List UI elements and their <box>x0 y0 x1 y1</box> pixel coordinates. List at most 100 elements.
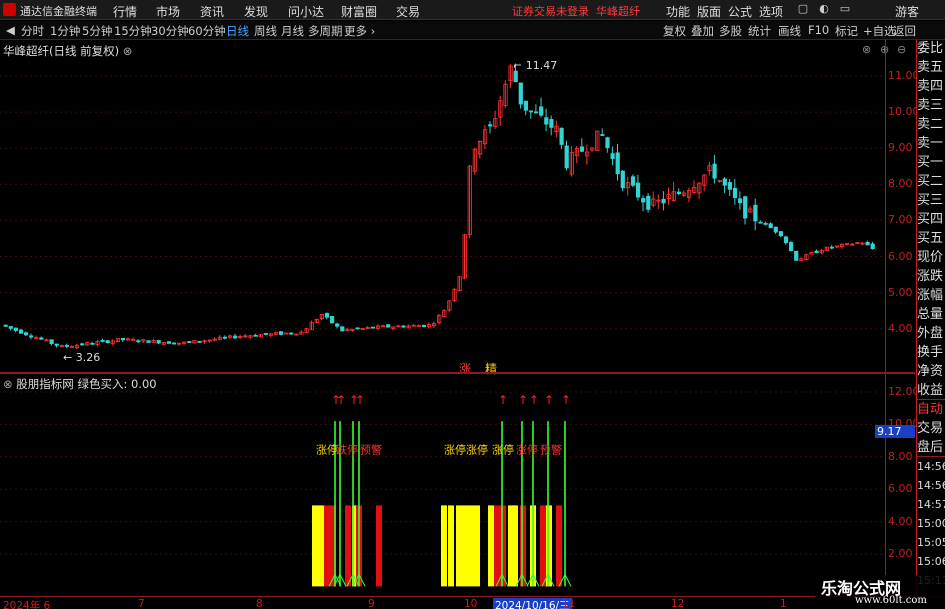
menu-hangqing[interactable]: 行情 <box>113 3 137 20</box>
signal-label: 涨停 <box>316 443 338 457</box>
candle-body <box>64 344 69 347</box>
candle-body <box>29 335 34 338</box>
tool-tongji[interactable]: 统计 <box>748 23 771 39</box>
current-value-badge: 9.17 <box>875 425 915 438</box>
cursor-date: 2024/10/16/三 <box>493 598 572 609</box>
price-tick: 8.00 <box>888 177 913 191</box>
candle-body <box>289 332 294 335</box>
collapse-icon[interactable]: ◀ <box>6 23 15 37</box>
guest-button[interactable]: 游客 <box>895 3 919 20</box>
period-fenshi[interactable]: 分时 <box>21 23 44 39</box>
side-panel-item: 15:00 <box>917 517 945 530</box>
candlestick-chart <box>0 63 885 350</box>
side-panel-item: 委比 <box>917 41 944 56</box>
quote-side-panel: 委比 卖五 卖四 卖三 卖二 卖一 买一 买二 买三 买四 买五 现价 涨跌 涨幅 总量 外盘 换手 净资 收益 自动… <box>916 40 945 596</box>
candle-body <box>335 323 340 327</box>
settings-icon[interactable]: ▭ <box>838 2 852 16</box>
menu-zixun[interactable]: 资讯 <box>200 3 224 20</box>
candle-body <box>579 146 585 152</box>
candle-body <box>753 204 758 222</box>
menu-jiaoyi[interactable]: 交易 <box>396 3 420 20</box>
candle-body <box>136 340 141 343</box>
candle-body <box>329 315 335 324</box>
buy-arrow-icon: ↑ <box>561 393 571 407</box>
period-daily[interactable]: 日线 <box>226 23 249 39</box>
candle-body <box>814 250 819 254</box>
candle-body <box>534 111 539 114</box>
tool-fuquan[interactable]: 复权 <box>663 23 686 39</box>
side-panel-item[interactable]: 自动 <box>917 401 945 419</box>
side-panel-item: 换手 <box>917 345 944 360</box>
main-chart-pane[interactable]: 华峰超纤(日线 前复权) ⊗ ⊗ ⊕ ⊖ 11.0010.009.008.007… <box>0 40 920 376</box>
menu-caifuquan[interactable]: 财富圈 <box>341 3 377 20</box>
yellow-bar <box>462 505 468 587</box>
skin-icon[interactable]: ◐ <box>817 2 831 16</box>
menu-banmian[interactable]: 版面 <box>697 3 721 20</box>
candle-body <box>564 145 569 169</box>
candle-body <box>386 324 391 328</box>
menu-gongneng[interactable]: 功能 <box>666 3 690 20</box>
tool-huaxian[interactable]: 画线 <box>778 23 801 39</box>
buy-arrow-icon: ↑ <box>518 393 528 407</box>
candle-body <box>513 70 518 83</box>
tool-back[interactable]: 返回 <box>893 23 916 39</box>
candle-body <box>263 332 268 335</box>
tool-biaoji[interactable]: 标记 <box>835 23 858 39</box>
side-panel-item: 买二 <box>917 174 944 189</box>
candle-body <box>738 198 743 204</box>
candle-body <box>768 223 773 229</box>
tool-duogu[interactable]: 多股 <box>719 23 742 39</box>
candle-body <box>90 342 95 345</box>
candle-body <box>187 341 192 343</box>
candle-body <box>370 326 376 329</box>
menu-wenxiaoda[interactable]: 问小达 <box>288 3 324 20</box>
candle-body <box>13 327 18 331</box>
signal-label: 预警 <box>540 443 562 457</box>
candle-body <box>712 163 717 179</box>
candle-body <box>615 152 620 175</box>
candle-body <box>661 198 666 204</box>
candle-body <box>80 343 85 346</box>
candle-body <box>722 178 727 186</box>
period-30min[interactable]: 30分钟 <box>151 23 189 39</box>
period-multi[interactable]: 多周期 <box>308 23 343 39</box>
candle-body <box>758 221 763 224</box>
menu-shichang[interactable]: 市场 <box>156 3 180 20</box>
period-15min[interactable]: 15分钟 <box>114 23 152 39</box>
menu-gongshi[interactable]: 公式 <box>728 3 752 20</box>
red-bar <box>494 505 500 587</box>
date-label: 7 <box>138 598 145 609</box>
tool-f10[interactable]: F10 <box>808 23 829 37</box>
menu-xuanxiang[interactable]: 选项 <box>759 3 783 20</box>
candle-body <box>278 331 284 335</box>
indicator-pane[interactable]: ⊗ 股朋指标网 绿色买入: 0.00 ↑ ↑ ↑ ↑ ↑ ↑ ↑ ↑ ↑ 涨停 跌停 预警 涨停涨停 涨停… <box>0 374 920 596</box>
yellow-bar <box>474 505 480 587</box>
period-60min[interactable]: 60分钟 <box>188 23 226 39</box>
tool-add-favorite[interactable]: +自选 <box>863 23 896 39</box>
yellow-bar <box>512 505 518 587</box>
candle-body <box>401 325 406 328</box>
tool-diejia[interactable]: 叠加 <box>691 23 714 39</box>
side-panel-item: 买一 <box>917 155 944 170</box>
buy-arrow-icon: ↑ <box>336 393 346 407</box>
app-logo-icon <box>3 3 16 16</box>
buy-arrow-icon: ↑ <box>498 393 508 407</box>
side-panel-item: 卖二 <box>917 117 944 132</box>
candle-body <box>528 110 534 113</box>
period-5min[interactable]: 5分钟 <box>82 23 112 39</box>
window-icon[interactable]: ▢ <box>796 2 810 16</box>
low-price-value: 3.26 <box>75 351 101 364</box>
side-panel-item: 卖一 <box>917 136 944 151</box>
date-label: 10 <box>464 598 478 609</box>
period-monthly[interactable]: 月线 <box>281 23 304 39</box>
period-more[interactable]: 更多 › <box>344 23 375 39</box>
login-notice[interactable]: 证券交易未登录 华峰超纤 <box>512 3 640 19</box>
date-label: 9 <box>368 598 375 609</box>
menu-faxian[interactable]: 发现 <box>244 3 268 20</box>
high-price-label: ⌐ 11.47 <box>513 59 558 72</box>
period-1min[interactable]: 1分钟 <box>50 23 80 39</box>
candle-body <box>100 340 105 342</box>
red-bar <box>376 505 382 587</box>
period-weekly[interactable]: 周线 <box>254 23 277 39</box>
candle-body <box>789 242 794 252</box>
